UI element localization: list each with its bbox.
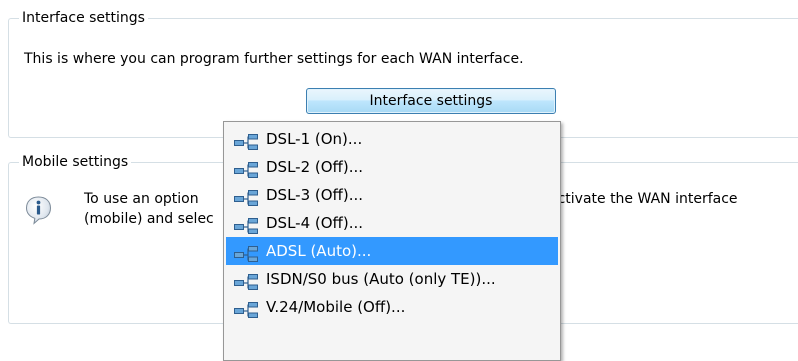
menu-item-6[interactable]: V.24/Mobile (Off)... — [226, 293, 558, 321]
menu-item-3[interactable]: DSL-4 (Off)... — [226, 209, 558, 237]
menu-item-label: DSL-1 (On)... — [266, 130, 363, 148]
menu-item-4[interactable]: ADSL (Auto)... — [226, 237, 558, 265]
network-interface-icon — [234, 131, 258, 150]
network-interface-icon — [234, 271, 258, 290]
menu-item-label: DSL-4 (Off)... — [266, 214, 364, 232]
network-interface-icon — [234, 187, 258, 206]
mobile-text-line1-start: To use an option — [84, 191, 199, 207]
interface-dropdown-menu: DSL-1 (On)... DSL-2 (Off)... DSL-3 (Off)..… — [223, 121, 561, 361]
interface-settings-group: Interface settings This is where you can… — [8, 8, 798, 138]
menu-item-2[interactable]: DSL-3 (Off)... — [226, 181, 558, 209]
info-icon — [25, 195, 52, 225]
menu-item-0[interactable]: DSL-1 (On)... — [226, 125, 558, 153]
menu-item-label: ISDN/S0 bus (Auto (only TE))... — [266, 270, 496, 288]
menu-item-1[interactable]: DSL-2 (Off)... — [226, 153, 558, 181]
interface-settings-button[interactable]: Interface settings — [306, 88, 556, 114]
menu-item-label: V.24/Mobile (Off)... — [266, 298, 406, 316]
mobile-text-line1-end: activate the WAN interface — [549, 191, 738, 207]
network-interface-icon — [234, 215, 258, 234]
mobile-text-line2-start: (mobile) and selec — [84, 211, 214, 227]
interface-settings-legend: Interface settings — [19, 8, 148, 28]
network-interface-icon — [234, 159, 258, 178]
menu-item-label: ADSL (Auto)... — [266, 242, 372, 260]
network-interface-icon — [234, 299, 258, 318]
network-interface-icon — [234, 243, 258, 262]
menu-item-label: DSL-2 (Off)... — [266, 158, 364, 176]
menu-item-5[interactable]: ISDN/S0 bus (Auto (only TE))... — [226, 265, 558, 293]
mobile-settings-legend: Mobile settings — [19, 152, 132, 172]
interface-settings-description: This is where you can program further se… — [24, 51, 524, 67]
menu-item-label: DSL-3 (Off)... — [266, 186, 364, 204]
